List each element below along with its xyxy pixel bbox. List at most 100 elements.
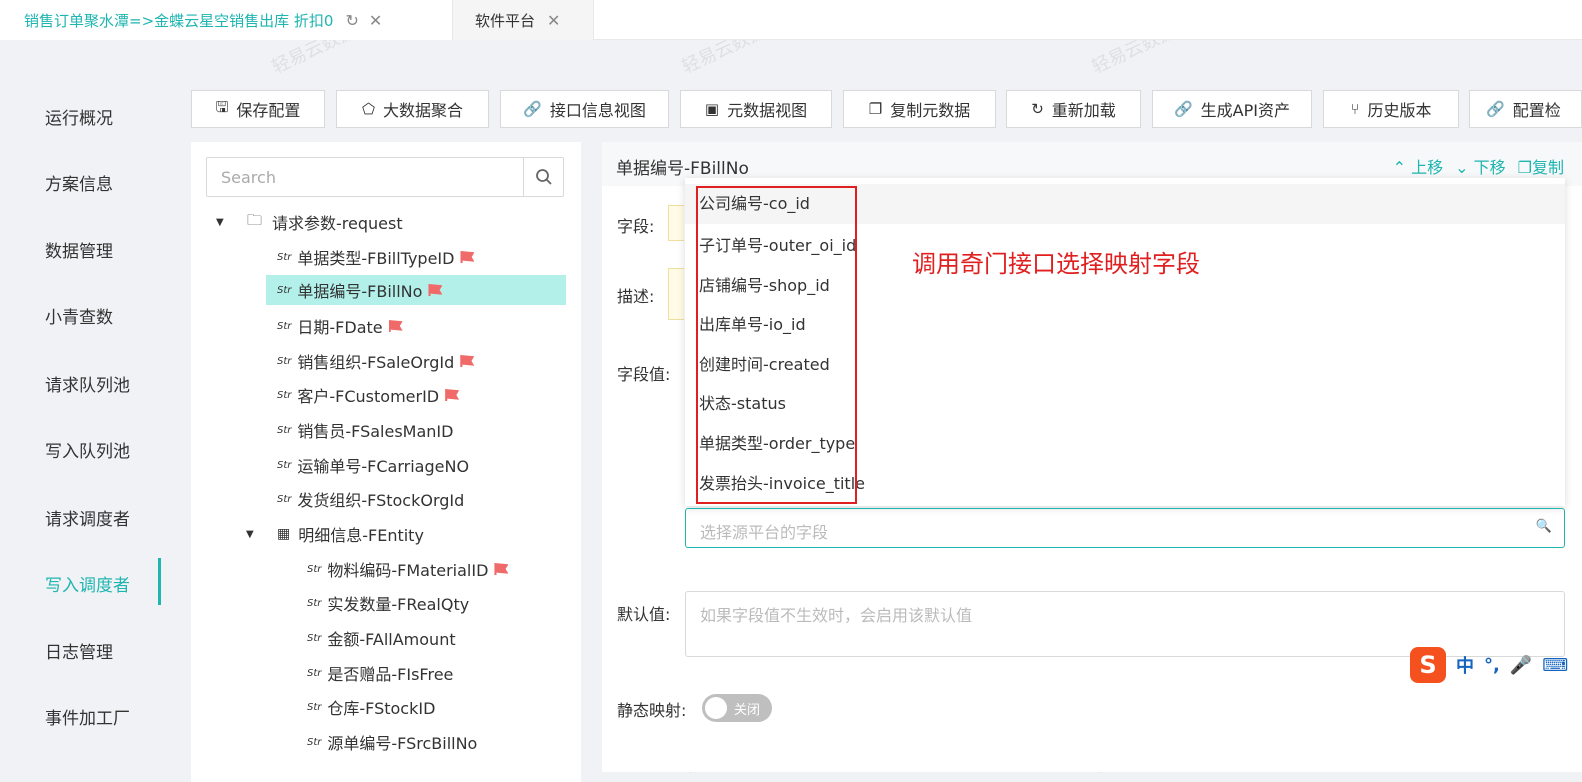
nav-item[interactable]: 小青查数	[45, 303, 113, 328]
nav-item[interactable]: 事件加工厂	[45, 704, 130, 729]
chevron-up-circle-icon: ⌃	[1392, 158, 1407, 177]
detail-actions: ⌃ 上移 ⌄ 下移 ❐复制	[1393, 154, 1564, 178]
copy-metadata-button[interactable]: ❐ 复制元数据	[843, 90, 996, 128]
search-icon[interactable]	[523, 158, 563, 196]
terminal-icon: ▣	[704, 100, 720, 118]
tree-field-node[interactable]: Str 运输单号-FCarriageNO	[277, 450, 469, 480]
keyboard-icon[interactable]: ⌨	[1542, 655, 1568, 676]
api-info-view-button[interactable]: 🔗 接口信息视图	[500, 90, 669, 128]
string-type-icon: Str	[277, 389, 292, 401]
tree-entity-node[interactable]: ▦ 明细信息-FEntity	[277, 519, 424, 549]
refresh-icon[interactable]: ↻	[345, 11, 358, 30]
move-down-button[interactable]: ⌄ 下移	[1455, 154, 1506, 178]
default-label: 默认值:	[617, 605, 671, 624]
punctuation-icon[interactable]: °,	[1484, 655, 1500, 676]
tree-field-node[interactable]: Str 仓库-FStockID	[307, 692, 435, 722]
branch-icon: ⑂	[1350, 100, 1360, 118]
tree-field-node[interactable]: Str 金额-FAllAmount	[307, 623, 456, 653]
tree-field-node[interactable]: Str 物料编码-FMaterialID	[307, 554, 509, 584]
select-placeholder: 选择源平台的字段	[700, 523, 829, 542]
tree-field-node[interactable]: Str 是否赠品-FIsFree	[307, 658, 453, 688]
string-type-icon: Str	[307, 667, 322, 679]
tab-label: 软件平台	[475, 11, 536, 30]
flag-icon	[494, 563, 509, 575]
value-label: 字段值:	[617, 365, 671, 384]
side-nav: 运行概况 方案信息 数据管理 小青查数 请求队列池 写入队列池 请求调度者 写入…	[0, 60, 162, 782]
tab-software-platform[interactable]: 软件平台 ✕	[452, 0, 594, 40]
table-icon: ▦	[277, 526, 291, 542]
tree-search[interactable]: Search	[206, 157, 564, 197]
reload-button[interactable]: ↻ 重新加载	[1006, 90, 1141, 128]
tree-field-node[interactable]: Str 实发数量-FRealQty	[307, 588, 469, 618]
tree-field-node[interactable]: Str 日期-FDate	[277, 311, 403, 341]
string-type-icon: Str	[277, 284, 292, 296]
metadata-view-button[interactable]: ▣ 元数据视图	[680, 90, 832, 128]
folder-icon: 🗀	[247, 210, 263, 229]
field-label: 字段:	[617, 217, 655, 236]
nav-item[interactable]: 日志管理	[45, 638, 113, 663]
nav-active-indicator	[158, 558, 161, 605]
tree-field-node[interactable]: Str 客户-FCustomerID	[277, 380, 460, 410]
static-mapping-label: 静态映射:	[617, 701, 687, 720]
desc-label: 描述:	[617, 287, 655, 306]
microphone-icon[interactable]: 🎤	[1510, 655, 1532, 676]
history-version-button[interactable]: ⑂ 历史版本	[1323, 90, 1459, 128]
string-type-icon: Str	[307, 597, 322, 609]
caret-down-icon[interactable]: ▼	[216, 217, 224, 228]
nav-item[interactable]: 运行概况	[45, 104, 113, 129]
nav-item-active[interactable]: 写入调度者	[45, 571, 130, 596]
tab-label: 销售订单聚水潭=>金蝶云星空销售出库 折扣0	[24, 11, 334, 30]
string-type-icon: Str	[277, 251, 292, 263]
flag-icon	[445, 389, 460, 401]
nav-item[interactable]: 请求调度者	[45, 505, 130, 530]
static-mapping-toggle[interactable]: 关闭	[702, 694, 772, 722]
nav-item[interactable]: 数据管理	[45, 237, 113, 262]
ime-toolbar: S 中 °, 🎤 ⌨	[1410, 646, 1582, 684]
search-input[interactable]: Search	[221, 168, 276, 187]
flag-icon	[428, 284, 443, 296]
close-icon[interactable]: ✕	[547, 11, 560, 30]
copy-icon: ❐	[1517, 158, 1532, 177]
desc-input[interactable]	[668, 268, 684, 320]
tab-sync-plan[interactable]: 销售订单聚水潭=>金蝶云星空销售出库 折扣0 ↻ ✕	[0, 0, 452, 40]
save-icon: 🖫	[215, 97, 229, 116]
link-icon: 🔗	[523, 100, 542, 118]
string-type-icon: Str	[307, 563, 322, 575]
field-tree-panel: Search ▼ 🗀 请求参数-request Str 单据类型-FBillTyp…	[191, 142, 581, 782]
nav-item[interactable]: 方案信息	[45, 170, 113, 195]
config-check-button[interactable]: 🔗 配置检	[1469, 90, 1582, 128]
detail-title: 单据编号-FBillNo	[616, 159, 749, 179]
string-type-icon: Str	[277, 424, 292, 436]
close-icon[interactable]: ✕	[369, 11, 382, 30]
move-up-button[interactable]: ⌃ 上移	[1393, 154, 1444, 178]
big-data-aggregate-button[interactable]: ⬠ 大数据聚合	[336, 90, 489, 128]
tree-field-node[interactable]: Str 源单编号-FSrcBillNo	[307, 727, 477, 757]
generate-api-asset-button[interactable]: 🔗 生成API资产	[1152, 90, 1312, 128]
tree-root-node[interactable]: 🗀 请求参数-request	[247, 207, 403, 237]
tree-field-node[interactable]: Str 销售组织-FSaleOrgId	[277, 346, 475, 376]
tree-field-node[interactable]: Str 单据类型-FBillTypeID	[277, 242, 475, 272]
tree-field-node-selected[interactable]: Str 单据编号-FBillNo	[266, 275, 566, 305]
copy-button[interactable]: ❐复制	[1518, 154, 1564, 178]
flag-icon	[460, 251, 475, 263]
nav-item[interactable]: 写入队列池	[45, 437, 130, 462]
ime-language[interactable]: 中	[1456, 652, 1474, 678]
tree-field-node[interactable]: Str 发货组织-FStockOrgId	[277, 484, 464, 514]
reload-icon: ↻	[1031, 100, 1044, 118]
string-type-icon: Str	[277, 320, 292, 332]
string-type-icon: Str	[307, 736, 322, 748]
nav-item[interactable]: 请求队列池	[45, 371, 130, 396]
string-type-icon: Str	[277, 355, 292, 367]
save-config-button[interactable]: 🖫 保存配置	[191, 90, 325, 128]
source-field-select[interactable]: 选择源平台的字段 🔍	[685, 508, 1565, 548]
caret-down-icon[interactable]: ▼	[246, 529, 254, 540]
string-type-icon: Str	[307, 632, 322, 644]
link-icon: 🔗	[1173, 100, 1193, 118]
tree-field-node[interactable]: Str 销售员-FSalesManID	[277, 415, 453, 445]
string-type-icon: Str	[307, 701, 322, 713]
string-type-icon: Str	[277, 493, 292, 505]
default-placeholder: 如果字段值不生效时，会启用该默认值	[700, 606, 973, 625]
field-input[interactable]	[668, 205, 684, 241]
flag-icon	[460, 355, 475, 367]
annotation-text: 调用奇门接口选择映射字段	[912, 250, 1200, 278]
